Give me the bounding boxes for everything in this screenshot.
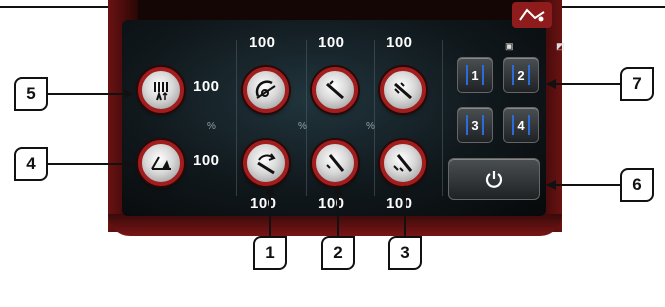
callout-6: 6 xyxy=(620,168,654,202)
callout-2: 2 xyxy=(321,236,355,270)
callout-4: 4 xyxy=(14,147,48,181)
callout-3: 3 xyxy=(388,236,422,270)
callout-1: 1 xyxy=(253,236,287,270)
callout-5: 5 xyxy=(14,77,48,111)
callout-7: 7 xyxy=(620,67,654,101)
